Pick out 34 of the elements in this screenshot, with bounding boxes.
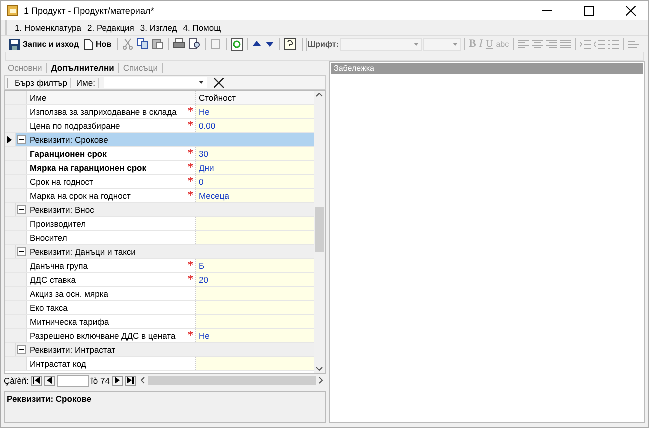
save-exit-button[interactable]: Запис и изход [7,38,82,50]
window-title: 1 Продукт - Продукт/материал* [24,6,154,16]
property-value[interactable]: 20 [196,273,314,286]
property-value[interactable]: Дни [196,161,314,174]
group-row[interactable]: Реквизити: Интрастат [5,343,314,357]
group-row[interactable]: Реквизити: Срокове [5,133,314,147]
group-label: Реквизити: Срокове [29,134,108,144]
record-count: îò 74 [91,376,110,386]
menu-item[interactable]: 2. Редакция [88,22,134,32]
record-label: Çàïèñ: [4,376,30,386]
property-value[interactable]: Месеца [196,189,314,202]
property-value[interactable]: 0.00 [196,119,314,132]
quick-filter-label: Бърз филтър [15,78,72,88]
property-value[interactable]: 0 [196,175,314,188]
column-header[interactable]: Име [27,91,196,104]
font-label: Шрифт: [308,40,339,48]
property-value[interactable]: Не [196,329,314,342]
property-value[interactable]: Не [196,105,314,118]
group-label: Реквизити: Интрастат [29,344,116,354]
notes-header: Забележка [331,63,643,74]
property-value[interactable]: 30 [196,147,314,160]
name-label: Име: [76,78,100,88]
group-label: Реквизити: Внос [29,204,94,214]
menu-item[interactable]: 1. Номенклатура [15,22,82,32]
group-row[interactable]: Реквизити: Данъци и такси [5,245,314,259]
description-text: Реквизити: Срокове [7,394,92,404]
menu-item[interactable]: 3. Изглед [140,22,178,32]
new-button[interactable]: Нов [82,38,114,50]
group-label: Реквизити: Данъци и такси [29,246,136,256]
group-row[interactable]: Реквизити: Внос [5,203,314,217]
tab[interactable]: Допълнителни [47,63,120,73]
column-header[interactable]: Стойност [196,91,314,104]
property-value[interactable]: Б [196,259,314,272]
menu-item[interactable]: 4. Помощ [183,22,222,32]
